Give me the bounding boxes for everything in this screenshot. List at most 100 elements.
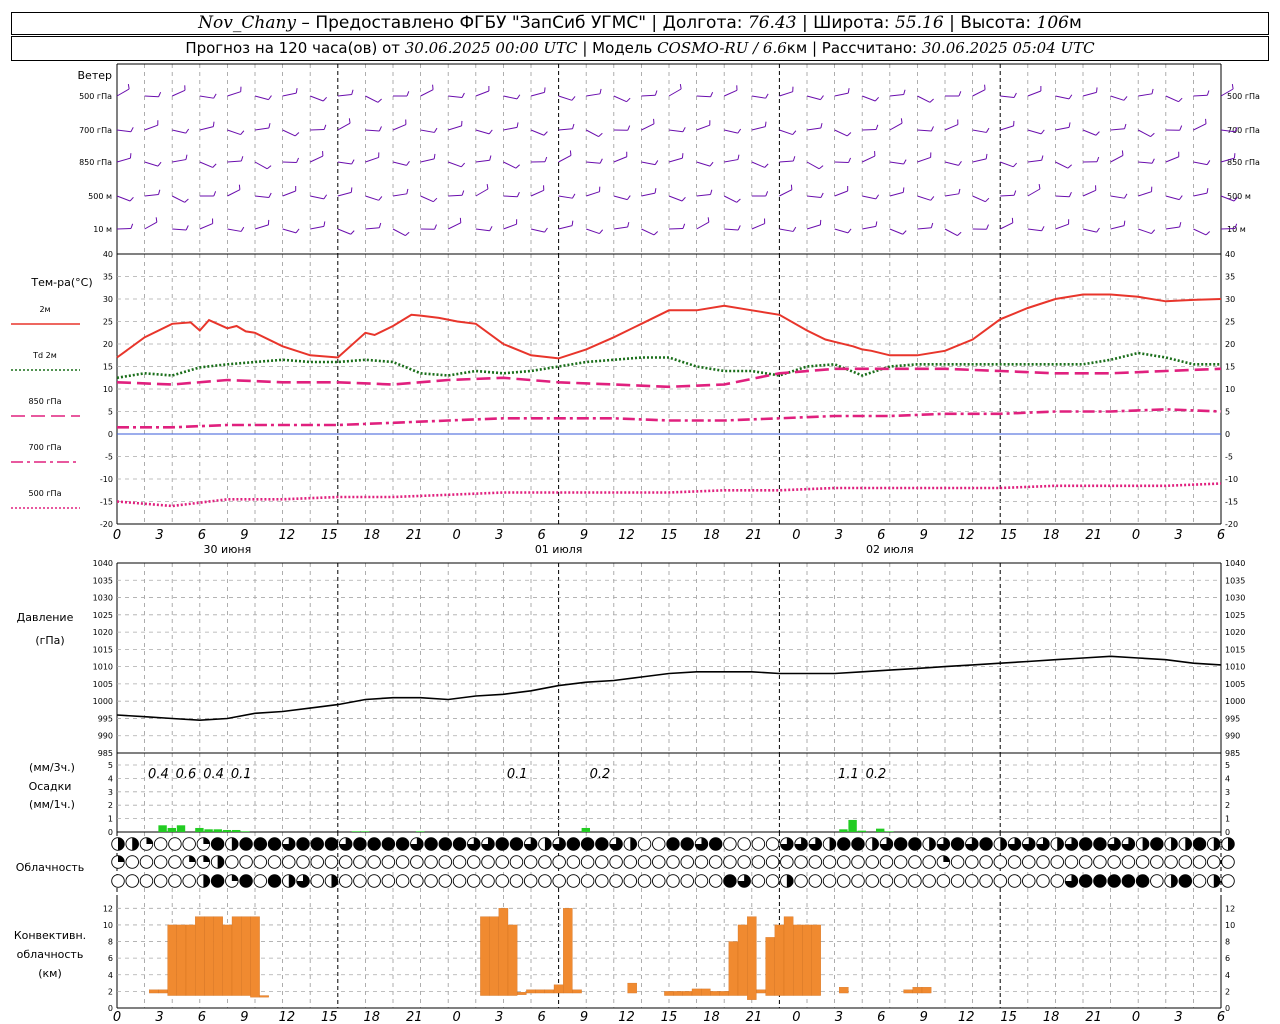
cloud-symbol-r3 bbox=[851, 874, 865, 888]
wind-barb-shaft bbox=[889, 94, 904, 97]
pres-ytick-right: 1040 bbox=[1225, 559, 1245, 568]
wind-barb-shaft bbox=[116, 157, 131, 163]
wind-barb-flag bbox=[544, 227, 548, 233]
wind-barb-flag bbox=[1096, 87, 1098, 93]
conv-ytick-left: 6 bbox=[108, 954, 113, 963]
wind-barb-shaft bbox=[1055, 161, 1069, 169]
wind-barb-shaft bbox=[972, 129, 987, 133]
wind-barb-flag bbox=[406, 161, 410, 166]
cloud-symbol-r2 bbox=[1007, 855, 1022, 869]
wind-barb-shaft bbox=[365, 129, 380, 132]
wind-barb-shaft bbox=[144, 95, 159, 98]
prec-total: 0.4 bbox=[203, 767, 224, 782]
cloud-symbol-r2 bbox=[353, 855, 367, 869]
pres-ytick-right: 995 bbox=[1225, 714, 1240, 723]
wind-barb-flag bbox=[626, 195, 631, 200]
temp-ytick-right: -15 bbox=[1225, 498, 1238, 507]
wind-barb-flag bbox=[240, 130, 245, 135]
wind-barb-shaft bbox=[227, 228, 242, 232]
wind-barb-shaft bbox=[834, 190, 848, 197]
cloud-symbol-r3 bbox=[452, 874, 467, 888]
conv-bar bbox=[185, 924, 196, 996]
conv-ytick-left: 0 bbox=[108, 1004, 113, 1013]
wind-level-right-0: 500 гПа bbox=[1227, 92, 1260, 101]
conv-bar bbox=[673, 991, 683, 996]
wind-barb-flag bbox=[1151, 88, 1154, 94]
wind-barb-shaft bbox=[420, 129, 435, 133]
wind-barb-shaft bbox=[392, 228, 406, 237]
cloud-symbol-r3 bbox=[424, 874, 438, 888]
wind-barb-flag bbox=[792, 156, 796, 162]
wind-barb-flag bbox=[378, 196, 383, 201]
wind-barb-shaft bbox=[310, 195, 324, 200]
cloud-symbol-r1 bbox=[310, 837, 324, 851]
wind-barb-flag bbox=[489, 226, 493, 231]
cloud-symbol-r2 bbox=[324, 855, 339, 869]
prec-ytick-right: 0 bbox=[1225, 828, 1230, 837]
wind-barb-flag bbox=[213, 93, 217, 99]
wind-barb-shaft bbox=[144, 161, 159, 167]
wind-barb-flag bbox=[486, 183, 489, 190]
cloud-symbol-r2 bbox=[723, 855, 737, 869]
wind-barb-shaft bbox=[420, 158, 435, 163]
wind-barb-flag bbox=[158, 91, 162, 97]
cloud-symbol-fill-r1 bbox=[231, 837, 239, 851]
conv-xtick: 3 bbox=[1174, 1010, 1182, 1024]
conv-ytick-left: 8 bbox=[108, 938, 113, 947]
wind-barb-shaft bbox=[282, 228, 297, 234]
cloud-symbol-r2 bbox=[737, 855, 751, 869]
conv-bar bbox=[204, 916, 214, 996]
wind-barb-shaft bbox=[365, 156, 379, 163]
cloud-symbol-r2 bbox=[367, 855, 381, 869]
cloud-symbol-r3 bbox=[979, 874, 993, 888]
wind-barbs bbox=[116, 83, 1238, 237]
wind-barb-shaft bbox=[862, 195, 876, 200]
wind-barb-flag bbox=[737, 225, 741, 231]
wind-barb-shaft bbox=[337, 122, 351, 131]
cloud-symbol-r2 bbox=[623, 855, 638, 869]
wind-barb-flag bbox=[569, 150, 572, 156]
wind-barb-shaft bbox=[475, 129, 490, 135]
cloud-symbol-r1 bbox=[168, 837, 182, 851]
wind-barb-flag bbox=[185, 128, 190, 134]
wind-barb-shaft bbox=[724, 159, 739, 163]
cloud-symbol-r3 bbox=[1007, 874, 1022, 888]
wind-barb-shaft bbox=[1165, 226, 1180, 230]
cloud-symbol-r3 bbox=[267, 874, 282, 888]
cloud-symbol-r1 bbox=[595, 837, 609, 851]
cloud-symbol-r2 bbox=[267, 855, 282, 869]
temp-ytick-right: -5 bbox=[1225, 453, 1233, 462]
conv-bar bbox=[241, 916, 251, 996]
cloud-symbol-r2 bbox=[708, 855, 723, 869]
cloud-symbol-fill-r3 bbox=[288, 874, 296, 888]
wind-barb-shaft bbox=[171, 195, 185, 203]
cloud-symbol-r1 bbox=[353, 837, 367, 851]
wind-barb-shaft bbox=[448, 125, 462, 131]
cloud-symbol-r2 bbox=[552, 855, 566, 869]
wind-barb-shaft bbox=[365, 227, 380, 230]
wind-barb-shaft bbox=[116, 88, 130, 97]
wind-level-left-3: 500 м bbox=[88, 192, 112, 201]
wind-barb-shaft bbox=[724, 228, 739, 231]
cloud-symbol-r3 bbox=[467, 874, 481, 888]
temp-xtick: 0 bbox=[113, 528, 121, 543]
wind-barb-shaft bbox=[972, 195, 986, 203]
wind-barb-shaft bbox=[917, 156, 931, 163]
wind-barb-flag bbox=[130, 127, 134, 132]
wind-barb-shaft bbox=[641, 192, 656, 197]
temp-ytick-left: 40 bbox=[103, 250, 113, 259]
wind-level-left-2: 850 гПа bbox=[79, 158, 112, 167]
prec-bar bbox=[857, 830, 866, 832]
temp-ytick-left: -15 bbox=[100, 498, 113, 507]
wind-barb-shaft bbox=[1055, 126, 1070, 131]
wind-barb-flag bbox=[1040, 129, 1045, 135]
wind-barb-shaft bbox=[586, 161, 601, 164]
wind-barb-shaft bbox=[917, 129, 932, 132]
day-label-2: 02 июля bbox=[866, 543, 914, 556]
wind-barb-shaft bbox=[586, 191, 600, 197]
cloud-symbol-r3 bbox=[538, 874, 552, 888]
prec-bar bbox=[158, 825, 167, 832]
conv-bar bbox=[710, 991, 720, 996]
conv-bar bbox=[765, 937, 775, 996]
wind-barb-flag bbox=[846, 132, 852, 137]
